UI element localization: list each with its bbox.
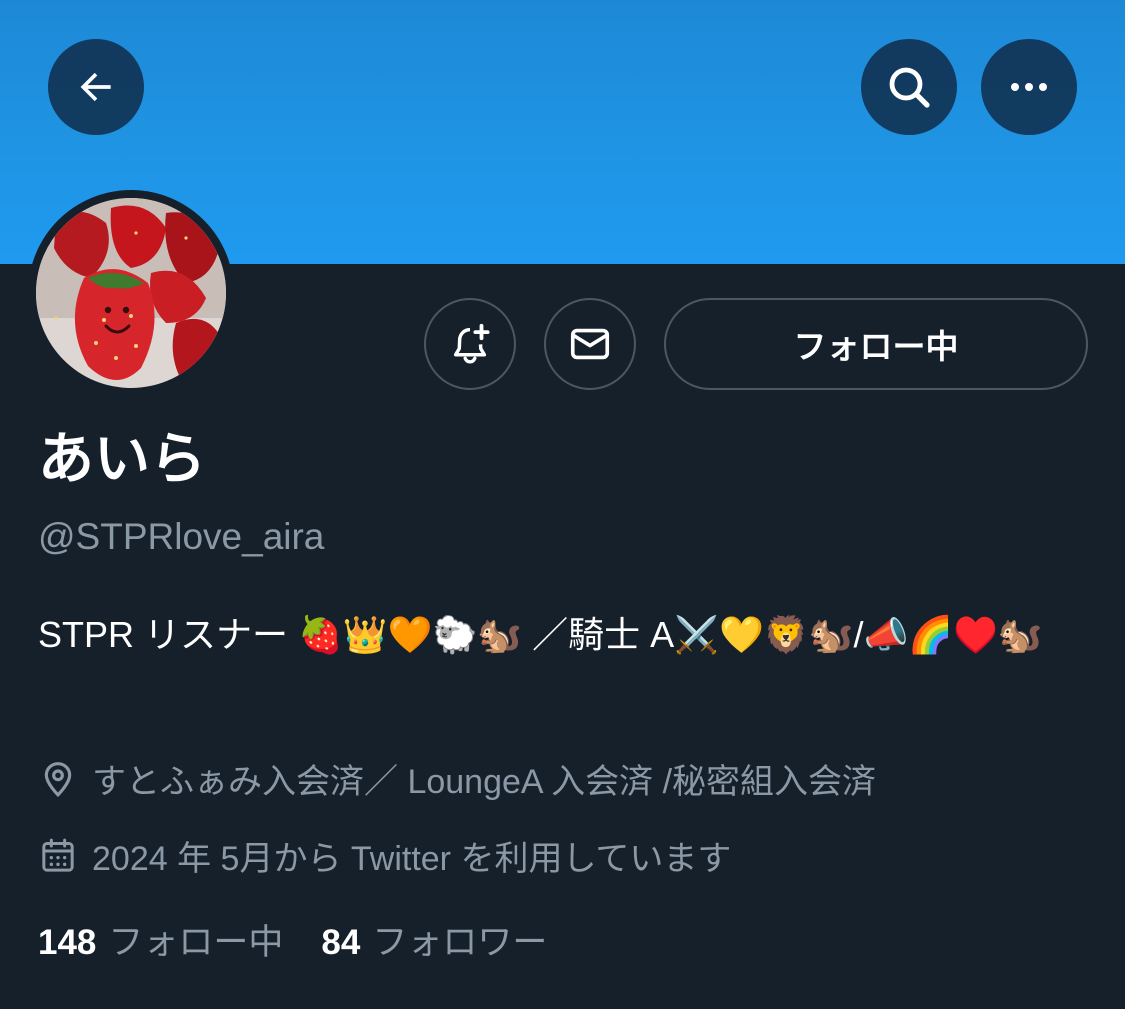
- followers-label: フォロワー: [372, 923, 548, 962]
- location-pin-icon: [44, 761, 72, 797]
- more-button[interactable]: [981, 39, 1077, 135]
- joined-text: 2024 年 5月から Twitter を利用しています: [92, 840, 732, 878]
- profile-bio: STPR リスナー 🍓👑🧡🐑🐿️ ／騎士 A⚔️💛🦁🐿️/📣🌈♥️🐿️: [38, 614, 1043, 655]
- following-label: フォロー中: [108, 923, 284, 962]
- message-button[interactable]: [544, 298, 636, 390]
- followers-count: 84: [321, 923, 361, 962]
- notify-button[interactable]: [424, 298, 516, 390]
- user-handle: @STPRlove_aira: [38, 516, 325, 557]
- following-button[interactable]: フォロー中: [664, 298, 1088, 390]
- more-horizontal-icon: [1011, 83, 1047, 91]
- envelope-icon: [570, 328, 610, 360]
- arrow-left-icon: [80, 72, 111, 102]
- calendar-icon: [42, 838, 74, 872]
- following-count: 148: [38, 923, 97, 962]
- back-button[interactable]: [48, 39, 144, 135]
- following-stat-link[interactable]: 148 フォロー中: [38, 914, 283, 965]
- display-name: あいら: [38, 427, 206, 492]
- location-row: すとふぁみ入会済／ LoungeA 入会済 /秘密組入会済: [38, 754, 876, 803]
- joined-row: 2024 年 5月から Twitter を利用しています: [38, 831, 731, 880]
- followers-stat-link[interactable]: 84 フォロワー: [321, 914, 547, 965]
- location-text: すとふぁみ入会済／ LoungeA 入会済 /秘密組入会済: [92, 763, 877, 801]
- bell-plus-icon: [453, 323, 490, 364]
- search-button[interactable]: [861, 39, 957, 135]
- avatar-image: [36, 198, 226, 388]
- avatar[interactable]: [28, 190, 234, 396]
- follow-stats: 148 フォロー中 84 フォロワー: [38, 914, 547, 965]
- search-icon: [889, 67, 930, 108]
